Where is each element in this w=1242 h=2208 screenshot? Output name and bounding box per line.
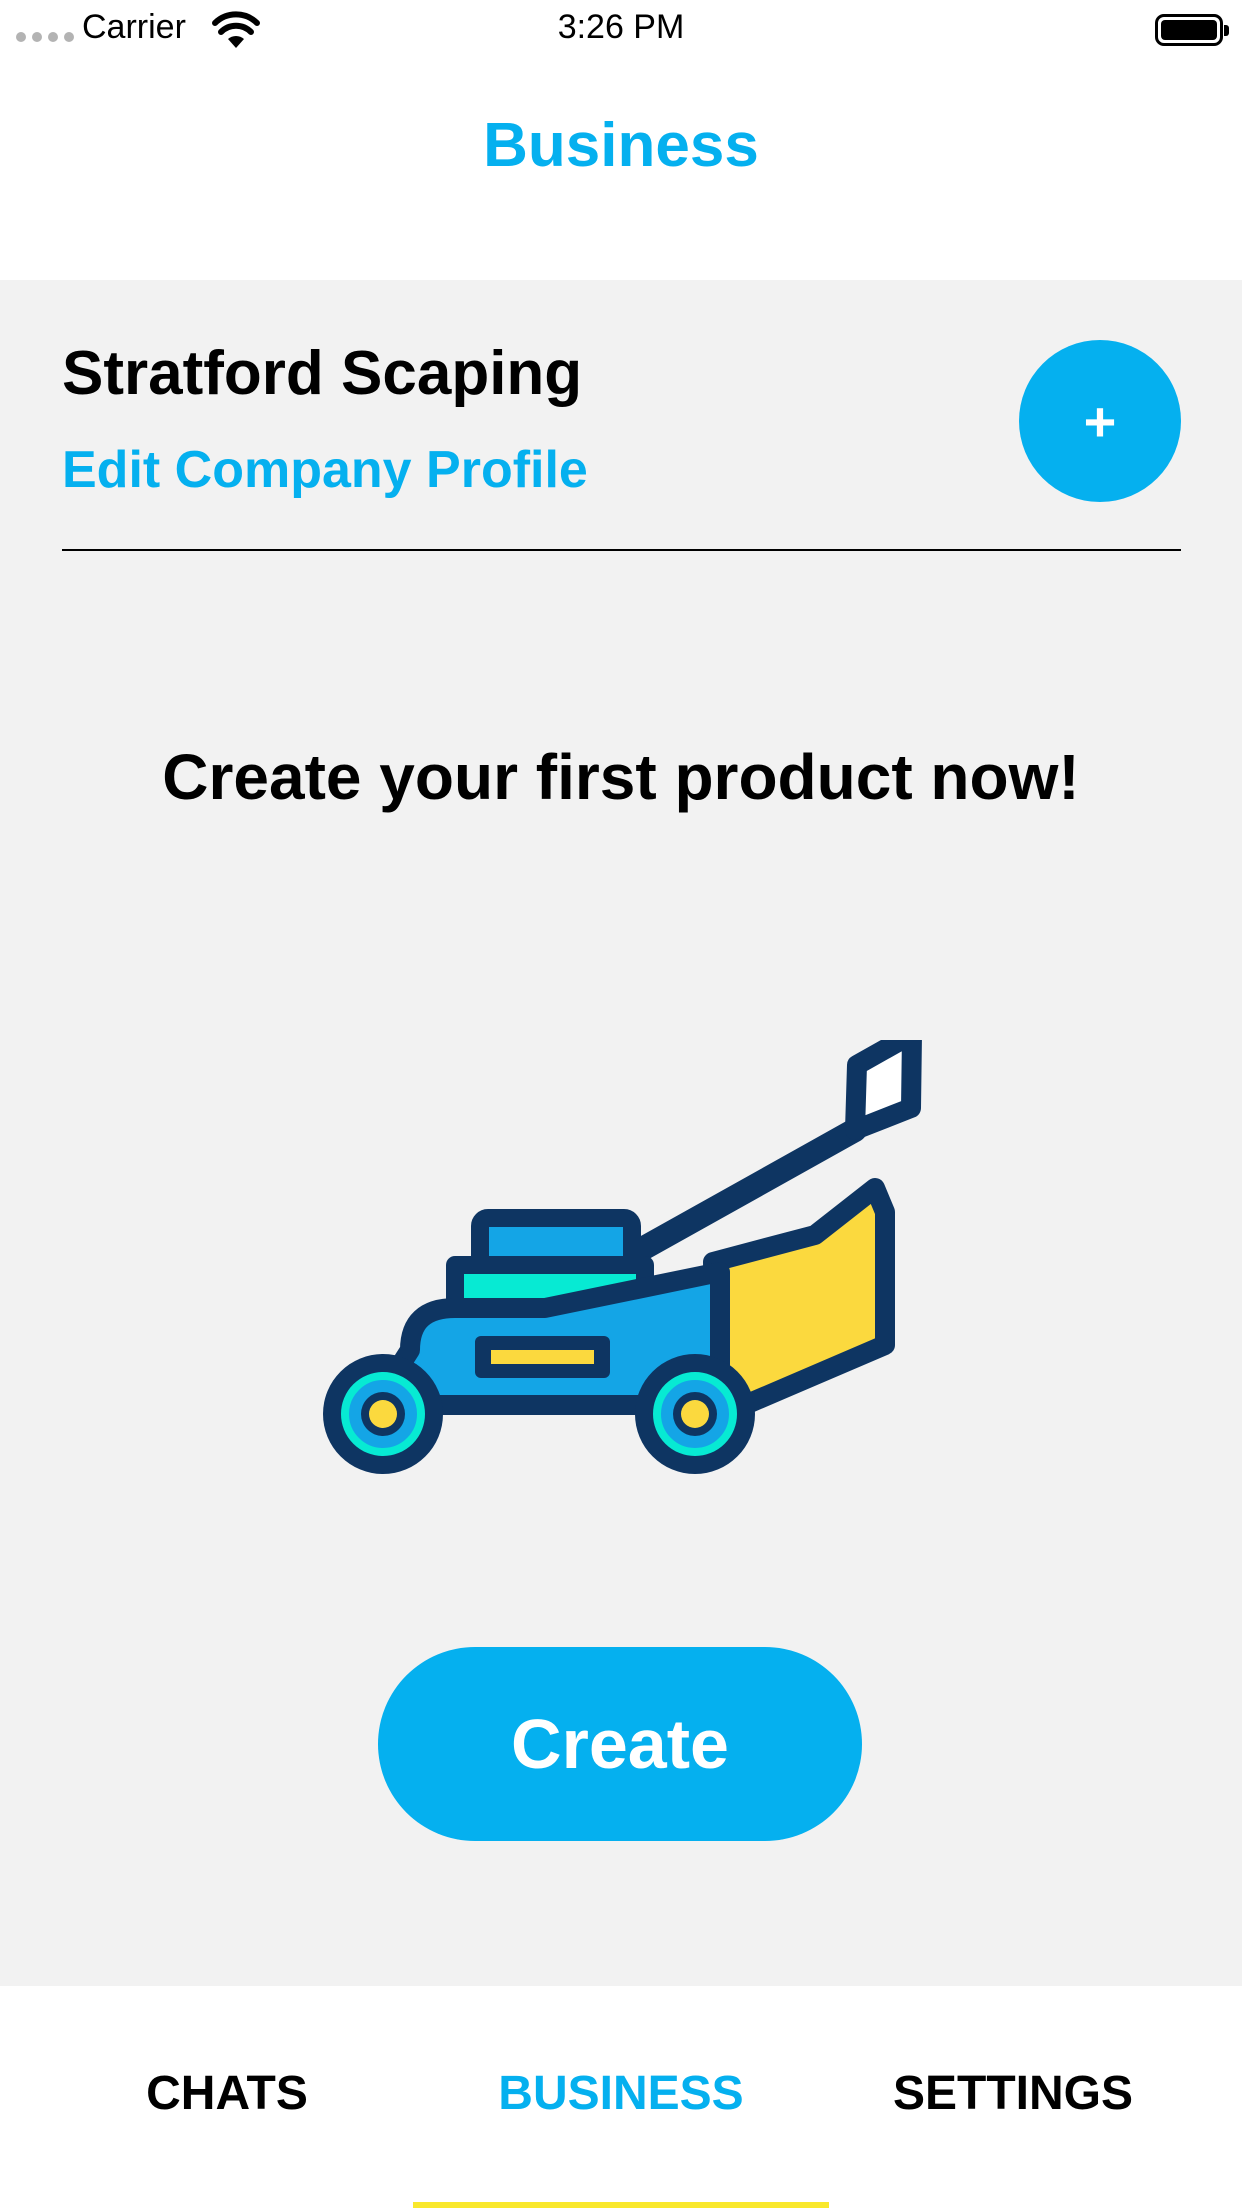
tab-settings[interactable]: SETTINGS [806,2066,1220,2121]
empty-state-heading: Create your first product now! [162,741,1080,813]
status-bar: Carrier 3:26 PM [0,0,1242,60]
lawn-mower-icon [323,1040,922,1474]
divider [62,549,1181,551]
screen: Carrier 3:26 PM Business Stratford Scapi… [0,0,1242,2208]
tab-business[interactable]: BUSINESS [414,2066,828,2121]
page-title: Business [483,111,759,180]
business-content: Stratford Scaping Edit Company Profile +… [0,280,1242,1986]
add-product-button[interactable]: + [1019,340,1181,502]
battery-icon [1155,14,1229,46]
plus-icon: + [1083,389,1117,453]
tab-bar: CHATS BUSINESS SETTINGS [0,1986,1242,2208]
create-product-button[interactable]: Create [378,1647,862,1841]
company-name: Stratford Scaping [62,339,583,408]
tab-chats[interactable]: CHATS [20,2066,434,2121]
edit-company-profile-link[interactable]: Edit Company Profile [62,440,588,500]
status-time: 3:26 PM [557,8,685,46]
active-tab-indicator [413,2202,829,2208]
